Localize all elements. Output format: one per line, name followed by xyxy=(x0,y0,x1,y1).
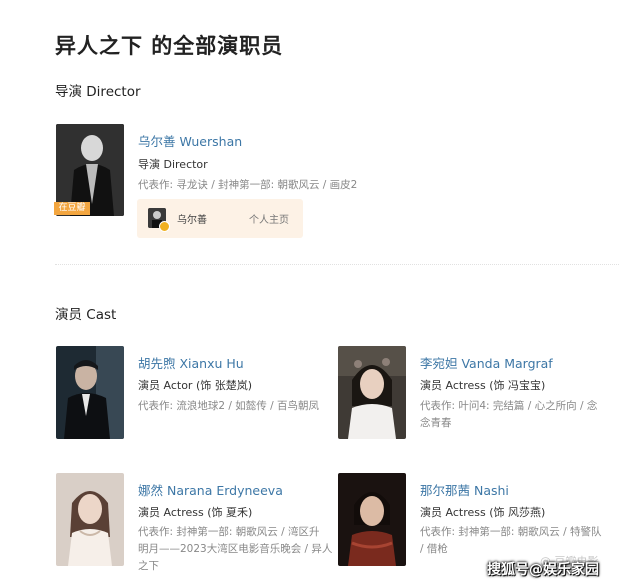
cast-works-hu: 代表作: 流浪地球2 / 如懿传 / 百鸟朝凤 xyxy=(138,398,319,415)
cast-role-nashi: 演员 Actress (饰 风莎燕) xyxy=(420,506,546,519)
cast-photo-margraf[interactable] xyxy=(338,346,406,439)
cast-role-narana: 演员 Actress (饰 夏禾) xyxy=(138,506,253,519)
cast-photo-nashi[interactable] xyxy=(338,473,406,566)
works-line: 念青春 xyxy=(420,417,452,429)
works-line: 代表作: 封神第一部: 朝歌风云 / 湾区升 xyxy=(138,526,320,538)
verified-badge-icon xyxy=(159,221,170,232)
director-profile-card[interactable]: 乌尔善 个人主页 xyxy=(137,199,303,238)
director-name-link[interactable]: 乌尔善 Wuershan xyxy=(138,131,242,150)
douban-badge: 在豆瓣 xyxy=(54,202,90,215)
director-works: 代表作: 寻龙诀 / 封神第一部: 朝歌风云 / 画皮2 xyxy=(138,179,358,191)
cast-section-heading: 演员 Cast xyxy=(55,307,117,323)
section-divider xyxy=(55,264,619,265)
cast-works-narana: 代表作: 封神第一部: 朝歌风云 / 湾区升 明月——2023大湾区电影音乐晚会… xyxy=(138,524,332,575)
works-line: 代表作: 流浪地球2 / 如懿传 / 百鸟朝凤 xyxy=(138,400,319,412)
works-line: 代表作: 封神第一部: 朝歌风云 / 特警队 xyxy=(420,526,602,538)
cast-role-hu: 演员 Actor (饰 张楚岚) xyxy=(138,379,253,392)
director-section-heading: 导演 Director xyxy=(55,84,141,100)
cast-photo-narana[interactable] xyxy=(56,473,124,566)
cast-role-margraf: 演员 Actress (饰 冯宝宝) xyxy=(420,379,546,392)
director-role: 导演 Director xyxy=(138,158,208,171)
cast-works-margraf: 代表作: 叶问4: 完结篇 / 心之所向 / 念 念青春 xyxy=(420,398,597,432)
cast-name-link-nashi[interactable]: 那尔那茜 Nashi xyxy=(420,480,509,499)
works-line: 代表作: 叶问4: 完结篇 / 心之所向 / 念 xyxy=(420,400,598,412)
watermark: 搜狐号@娱乐家园 xyxy=(487,562,599,578)
cast-name-link-narana[interactable]: 娜然 Narana Erdyneeva xyxy=(138,480,283,499)
profile-home-link[interactable]: 个人主页 xyxy=(249,211,289,226)
page-title: 异人之下 的全部演职员 xyxy=(55,34,284,58)
works-line: 之下 xyxy=(138,560,159,572)
works-line: 明月——2023大湾区电影音乐晚会 / 异人 xyxy=(138,543,333,555)
cast-photo-hu[interactable] xyxy=(56,346,124,439)
cast-name-link-margraf[interactable]: 李宛妲 Vanda Margraf xyxy=(420,353,553,372)
profile-name: 乌尔善 xyxy=(177,215,207,226)
cast-name-link-hu[interactable]: 胡先煦 Xianxu Hu xyxy=(138,353,244,372)
